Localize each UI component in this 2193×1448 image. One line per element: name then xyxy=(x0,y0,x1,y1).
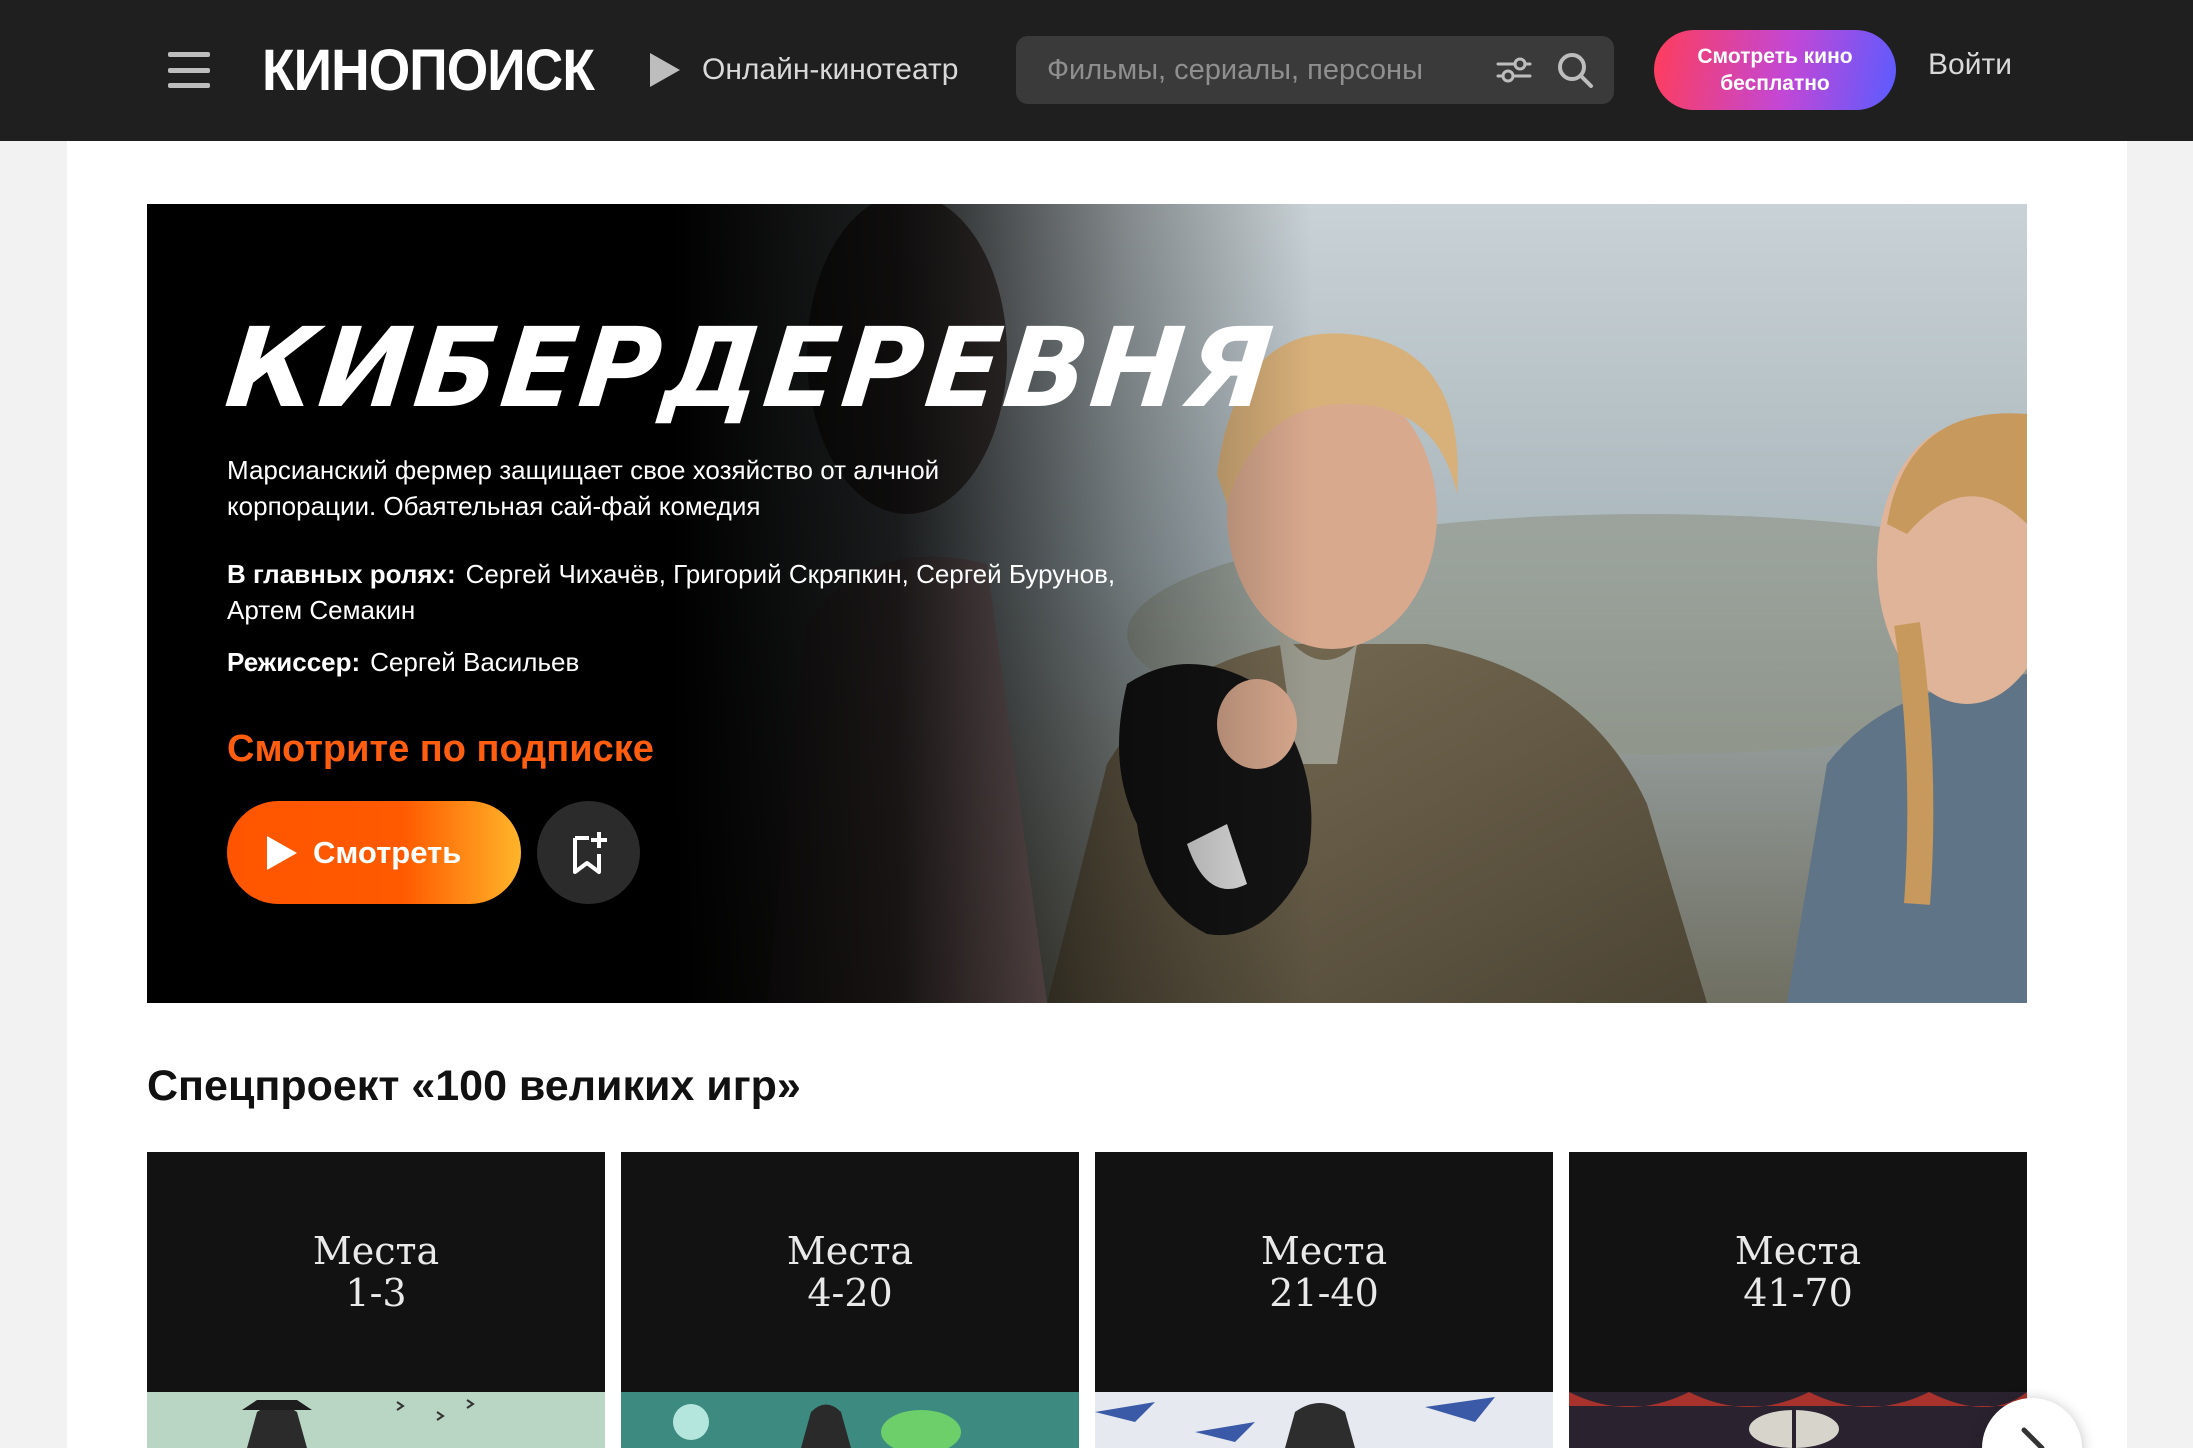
hero-director: Режиссер: Сергей Васильев xyxy=(227,644,1127,680)
filter-icon[interactable] xyxy=(1496,54,1532,86)
logo-text: КИНОПОИСК xyxy=(262,37,595,103)
play-icon xyxy=(267,835,297,870)
card-label: Места xyxy=(312,1229,440,1273)
card-artwork xyxy=(1569,1392,2027,1448)
chevron-right-icon xyxy=(2021,1427,2045,1448)
card-artwork xyxy=(1095,1392,1553,1448)
login-button[interactable]: Войти xyxy=(1928,48,2012,92)
card-artwork xyxy=(621,1392,1079,1448)
cta-line-2: бесплатно xyxy=(1720,72,1830,95)
hero-title: КИБЕРДЕРЕВНЯ xyxy=(220,304,1281,432)
menu-icon[interactable] xyxy=(168,52,210,88)
cast-label: В главных ролях: xyxy=(227,559,456,589)
card-range: 1-3 xyxy=(345,1271,407,1315)
games-card[interactable]: Места 21-40 xyxy=(1095,1152,1553,1448)
hero-banner[interactable]: КИБЕРДЕРЕВНЯ Марсианский фермер защищает… xyxy=(147,204,2027,1003)
card-heading: Места 41-70 xyxy=(1569,1152,2027,1392)
subscription-text: Смотрите по подписке xyxy=(227,728,654,770)
hero-cast: В главных ролях: Сергей Чихачёв, Григорий… xyxy=(227,556,1177,628)
games-card[interactable]: Места 4-20 xyxy=(621,1152,1079,1448)
section-title: Спецпроект «100 великих игр» xyxy=(147,1062,801,1110)
kinopoisk-logo[interactable]: КИНОПОИСК xyxy=(262,36,595,104)
search-icon[interactable] xyxy=(1555,50,1595,90)
director-label: Режиссер: xyxy=(227,647,361,677)
card-range: 41-70 xyxy=(1743,1271,1853,1315)
watch-free-button[interactable]: Смотреть кино бесплатно xyxy=(1654,30,1896,110)
director-name: Сергей Васильев xyxy=(370,647,580,677)
online-cinema-label: Онлайн-кинотеатр xyxy=(702,53,959,86)
online-cinema-link[interactable]: Онлайн-кинотеатр xyxy=(650,44,958,96)
top-header: КИНОПОИСК Онлайн-кинотеатр Смотреть кино… xyxy=(0,0,2193,141)
card-heading: Места 1-3 xyxy=(147,1152,605,1392)
card-label: Места xyxy=(786,1229,914,1273)
play-icon xyxy=(650,53,680,87)
card-heading: Места 4-20 xyxy=(621,1152,1079,1392)
card-artwork xyxy=(147,1392,605,1448)
search-input[interactable] xyxy=(1047,36,1467,104)
watch-button[interactable]: Смотреть xyxy=(227,801,521,904)
bookmark-add-icon xyxy=(572,831,607,874)
hero-description: Марсианский фермер защищает свое хозяйст… xyxy=(227,455,940,521)
cta-line-1: Смотреть кино xyxy=(1697,45,1853,68)
card-range: 21-40 xyxy=(1269,1271,1379,1315)
games-card[interactable]: Места 1-3 xyxy=(147,1152,605,1448)
card-label: Места xyxy=(1260,1229,1388,1273)
games-card[interactable]: Места 41-70 xyxy=(1569,1152,2027,1448)
add-to-watchlist-button[interactable] xyxy=(537,801,640,904)
watch-button-label: Смотреть xyxy=(313,834,462,870)
card-heading: Места 21-40 xyxy=(1095,1152,1553,1392)
card-range: 4-20 xyxy=(807,1271,893,1315)
card-label: Места xyxy=(1734,1229,1862,1273)
